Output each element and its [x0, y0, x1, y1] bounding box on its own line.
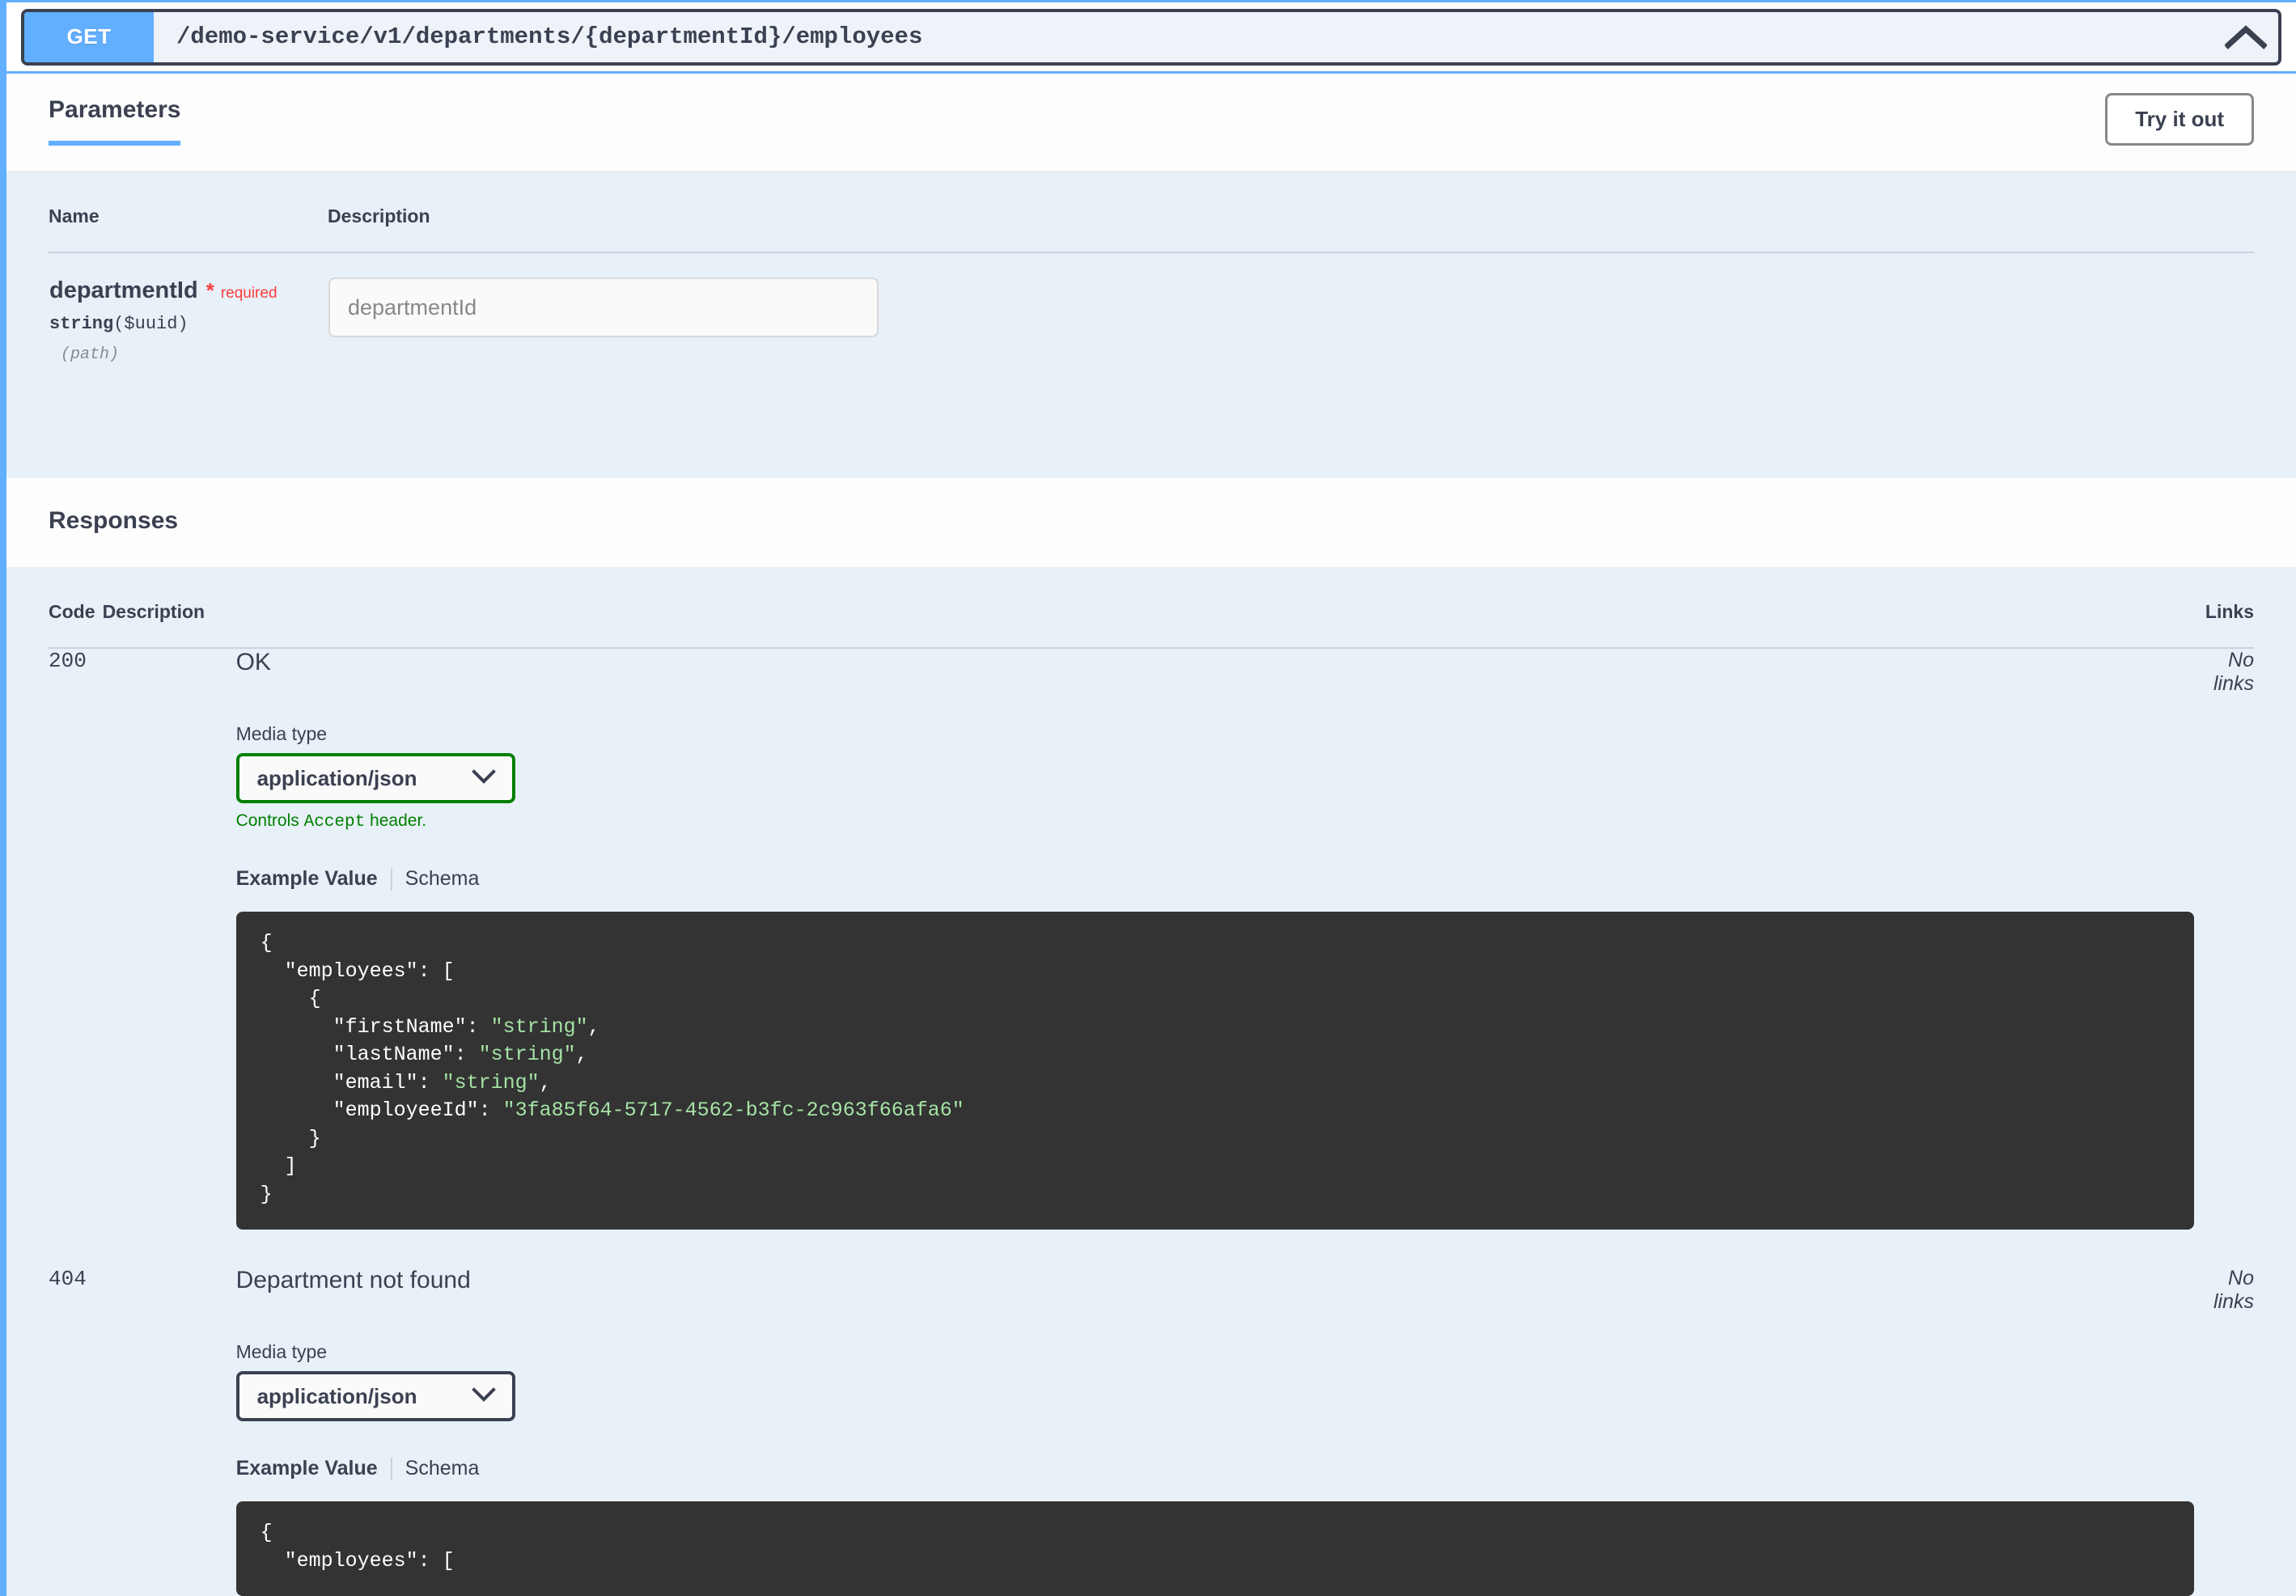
- response-code: 404: [49, 1267, 87, 1292]
- parameter-type-name: string: [49, 314, 114, 335]
- response-description-cell: Department not found Media type applicat…: [103, 1267, 2194, 1596]
- responses-header: Responses: [6, 477, 2296, 568]
- tab-example-value[interactable]: Example Value: [236, 1457, 391, 1480]
- table-row: 200 OK Media type application/json Contr…: [49, 648, 2254, 1230]
- tab-divider: [390, 1457, 392, 1480]
- accept-note-prefix: Controls: [235, 811, 304, 831]
- operation-summary-bar[interactable]: GET /demo-service/v1/departments/{depart…: [6, 2, 2296, 74]
- parameter-type-format: ($uuid): [113, 314, 189, 335]
- responses-title: Responses: [49, 507, 179, 535]
- response-row-gap: [49, 1230, 2254, 1267]
- tab-divider: [390, 867, 392, 891]
- parameter-input-cell: [328, 252, 2254, 388]
- required-label: required: [220, 285, 277, 302]
- accept-note-suffix: header.: [365, 811, 427, 831]
- operation-block-inner: GET /demo-service/v1/departments/{depart…: [3, 0, 2296, 1596]
- parameter-name-cell: departmentId * required string($uuid) (p…: [49, 252, 328, 388]
- operation-path: /demo-service/v1/departments/{department…: [176, 23, 923, 50]
- accept-note-mono: Accept: [303, 813, 366, 832]
- responses-table-header-row: Code Description Links: [49, 567, 2254, 650]
- example-tabs: Example Value Schema: [236, 867, 2194, 891]
- parameter-location: (path): [61, 345, 120, 365]
- chevron-down-icon: [471, 768, 496, 789]
- parameters-table-header-row: Name Description: [49, 171, 2254, 253]
- operation-summary-box[interactable]: GET /demo-service/v1/departments/{depart…: [21, 8, 2281, 66]
- tab-schema[interactable]: Schema: [405, 867, 493, 891]
- http-method-badge: GET: [24, 11, 154, 62]
- tab-example-value[interactable]: Example Value: [236, 867, 391, 891]
- example-value-code: { "employees": [ { "firstName": "string"…: [260, 931, 964, 1206]
- try-it-out-button[interactable]: Try it out: [2105, 93, 2254, 146]
- media-type-select[interactable]: application/json: [235, 753, 515, 804]
- tab-schema[interactable]: Schema: [405, 1457, 493, 1480]
- column-header-code: Code: [49, 567, 103, 650]
- departmentid-input[interactable]: [328, 277, 879, 337]
- parameter-name: departmentId * required: [49, 277, 327, 304]
- media-type-label: Media type: [235, 723, 328, 745]
- spacer: [49, 1230, 2254, 1267]
- media-type-block: Media type application/json Controls Acc…: [235, 723, 2194, 832]
- media-type-block: Media type application/json: [235, 1341, 2194, 1422]
- column-header-description: Description: [328, 171, 2254, 253]
- parameter-type: string($uuid): [49, 314, 327, 334]
- parameters-spacer: [49, 388, 2254, 477]
- media-type-value: application/json: [256, 765, 417, 790]
- parameters-panel: Name Description departmentId * required…: [6, 171, 2296, 478]
- responses-panel: Code Description Links 200 OK Media type…: [6, 567, 2296, 1596]
- media-type-label: Media type: [235, 1341, 328, 1363]
- response-description: OK: [235, 649, 271, 676]
- media-type-value: application/json: [256, 1383, 417, 1408]
- example-value-code-block[interactable]: { "employees": [: [235, 1501, 2194, 1596]
- response-code: 200: [49, 649, 87, 674]
- chevron-up-icon: [2225, 24, 2267, 50]
- column-header-name: Name: [49, 171, 328, 253]
- example-tabs: Example Value Schema: [236, 1457, 2194, 1480]
- media-type-select[interactable]: application/json: [235, 1371, 515, 1422]
- example-value-code: { "employees": [: [260, 1521, 455, 1573]
- operation-block: GET /demo-service/v1/departments/{depart…: [0, 0, 2296, 1596]
- accept-header-note: Controls Accept header.: [236, 811, 2194, 832]
- chevron-down-icon: [471, 1386, 496, 1407]
- table-row: 404 Department not found Media type appl…: [49, 1267, 2254, 1596]
- tab-parameters[interactable]: Parameters: [49, 96, 181, 146]
- response-description: Department not found: [235, 1267, 471, 1294]
- parameters-table: Name Description departmentId * required…: [49, 171, 2254, 388]
- response-links: No links: [2213, 1267, 2254, 1314]
- parameter-name-text: departmentId: [49, 277, 198, 303]
- collapse-toggle[interactable]: [2213, 12, 2278, 62]
- required-asterisk: *: [205, 278, 214, 303]
- response-links: No links: [2213, 649, 2254, 696]
- example-value-code-block[interactable]: { "employees": [ { "firstName": "string"…: [235, 912, 2194, 1230]
- column-header-description: Description: [102, 567, 2194, 650]
- parameters-header: Parameters Try it out: [6, 74, 2296, 171]
- table-row: departmentId * required string($uuid) (p…: [49, 252, 2254, 388]
- column-header-links: Links: [2193, 567, 2254, 650]
- response-description-cell: OK Media type application/json Controls …: [103, 648, 2194, 1230]
- responses-table: Code Description Links 200 OK Media type…: [49, 567, 2254, 1596]
